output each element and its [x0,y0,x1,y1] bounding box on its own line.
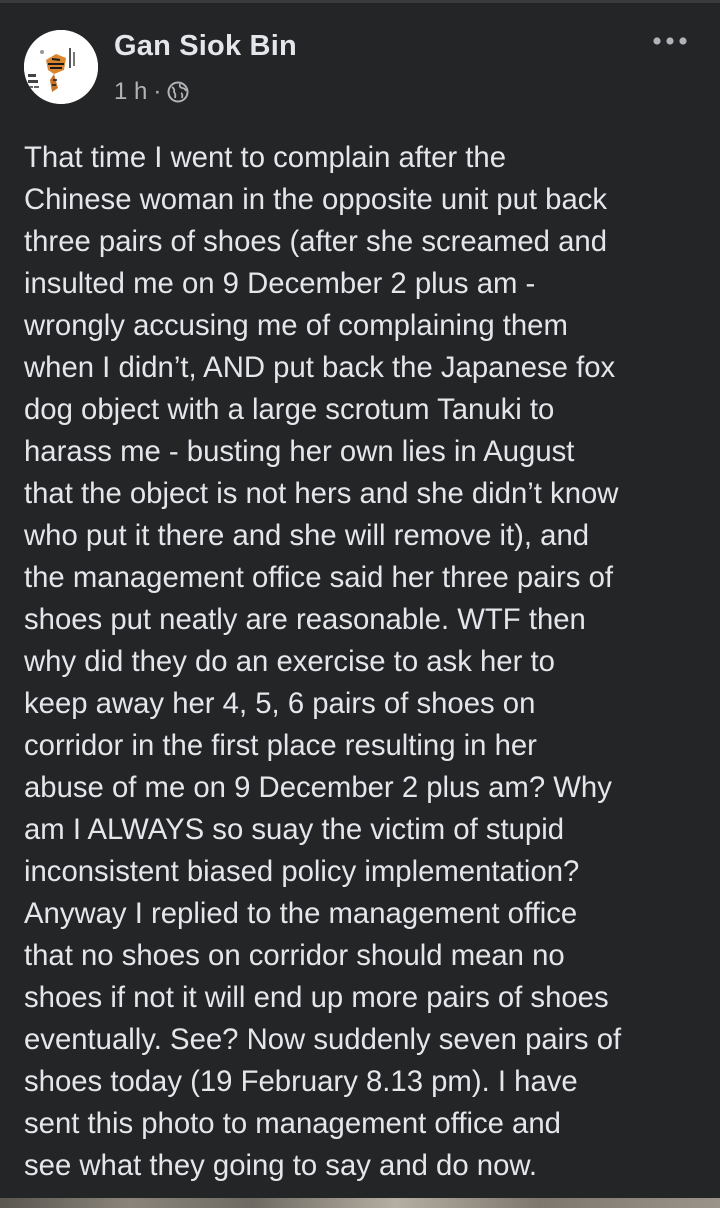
post-header: Gan Siok Bin 1 h · [0,0,720,120]
avatar[interactable] [24,30,98,104]
post-meta: 1 h · [114,78,189,106]
meta-separator: · [153,78,162,105]
author-name[interactable]: Gan Siok Bin [114,30,297,63]
globe-icon[interactable] [167,81,189,103]
more-options-icon [653,37,687,45]
post-photo[interactable] [0,1198,720,1208]
post-text: That time I went to complain after the C… [24,141,622,1182]
post-time[interactable]: 1 h [114,78,147,106]
more-options-button[interactable] [648,26,692,56]
